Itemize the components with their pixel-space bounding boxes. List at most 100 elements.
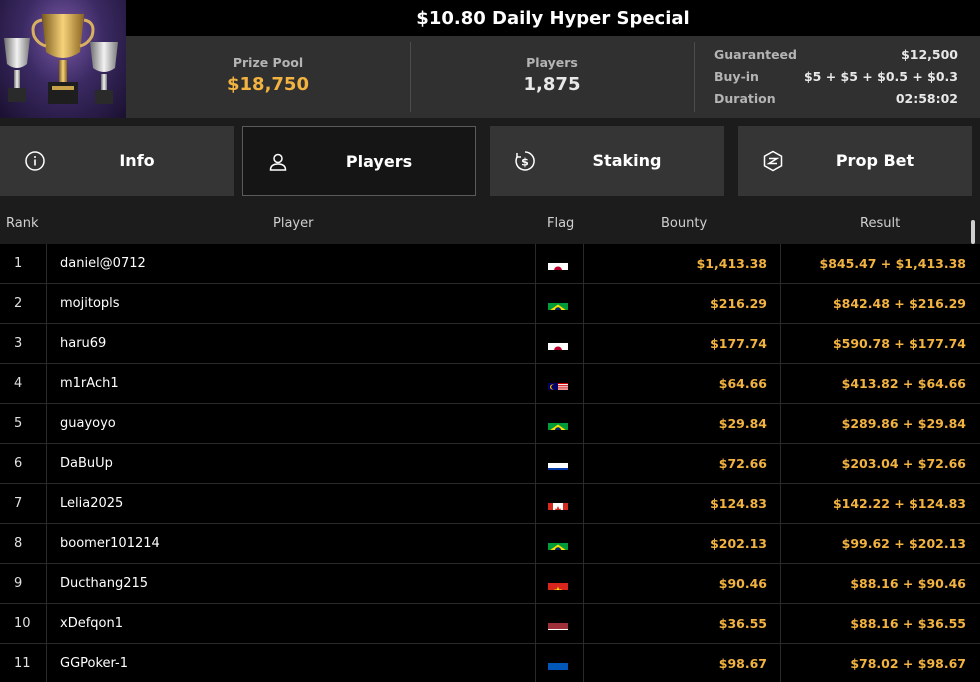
latvia-flag-icon bbox=[548, 615, 568, 630]
result-cell: $99.62 + $202.13 bbox=[841, 536, 966, 551]
flag-cell bbox=[536, 484, 584, 523]
flag-cell bbox=[536, 524, 584, 563]
stats-divider bbox=[694, 42, 695, 112]
tab-info[interactable]: Info bbox=[0, 126, 234, 196]
result-cell: $413.82 + $64.66 bbox=[841, 376, 966, 391]
table-row[interactable]: 7 Lelia2025 $124.83 $142.22 + $124.83 bbox=[0, 484, 980, 524]
bounty-cell: $177.74 bbox=[584, 324, 781, 363]
player-name-cell[interactable]: DaBuUp bbox=[47, 444, 536, 483]
prize-pool-stat: Prize Pool $18,750 bbox=[126, 36, 410, 118]
detail-value: 02:58:02 bbox=[895, 91, 958, 106]
bounty-cell: $72.66 bbox=[584, 444, 781, 483]
players-label: Players bbox=[526, 55, 578, 70]
flag-cell bbox=[536, 564, 584, 603]
result-cell: $142.22 + $124.83 bbox=[832, 496, 966, 511]
table-row[interactable]: 6 DaBuUp $72.66 $203.04 + $72.66 bbox=[0, 444, 980, 484]
tab-label: Staking bbox=[592, 151, 662, 170]
player-name-cell[interactable]: Lelia2025 bbox=[47, 484, 536, 523]
player-name-cell[interactable]: Ducthang215 bbox=[47, 564, 536, 603]
result-cell: $289.86 + $29.84 bbox=[841, 416, 966, 431]
trophy-image bbox=[0, 0, 126, 118]
tab-label: Players bbox=[345, 152, 413, 171]
player-name-cell[interactable]: GGPoker-1 bbox=[47, 644, 536, 682]
column-player[interactable]: Player bbox=[273, 204, 313, 244]
column-result[interactable]: Result bbox=[860, 204, 900, 244]
flag-cell bbox=[536, 604, 584, 643]
table-row[interactable]: 3 haru69 $177.74 $590.78 + $177.74 bbox=[0, 324, 980, 364]
rank-cell: 5 bbox=[0, 404, 47, 443]
player-name-cell[interactable]: boomer101214 bbox=[47, 524, 536, 563]
russia-flag-icon bbox=[548, 455, 568, 470]
table-row[interactable]: 11 GGPoker-1 $98.67 $78.02 + $98.67 bbox=[0, 644, 980, 682]
flag-cell bbox=[536, 644, 584, 682]
result-cell: $78.02 + $98.67 bbox=[850, 656, 966, 671]
player-name-cell[interactable]: daniel@0712 bbox=[47, 244, 536, 283]
player-name-cell[interactable]: m1rAch1 bbox=[47, 364, 536, 403]
rank-cell: 1 bbox=[0, 244, 47, 283]
table-row[interactable]: 9 Ducthang215 $90.46 $88.16 + $90.46 bbox=[0, 564, 980, 604]
result-cell: $590.78 + $177.74 bbox=[832, 336, 966, 351]
flag-cell bbox=[536, 444, 584, 483]
result-cell: $88.16 + $90.46 bbox=[850, 576, 966, 591]
player-name-cell[interactable]: xDefqon1 bbox=[47, 604, 536, 643]
prize-pool-label: Prize Pool bbox=[232, 55, 304, 70]
rank-cell: 7 bbox=[0, 484, 47, 523]
tournament-details: Guaranteed $12,500 Buy-in $5 + $5 + $0.5… bbox=[714, 44, 958, 110]
column-bounty[interactable]: Bounty bbox=[661, 204, 707, 244]
rank-cell: 4 bbox=[0, 364, 47, 403]
flag-cell bbox=[536, 404, 584, 443]
malaysia-flag-icon bbox=[548, 375, 568, 390]
detail-key: Guaranteed bbox=[714, 47, 797, 62]
tab-prop-bet[interactable]: Prop Bet bbox=[738, 126, 972, 196]
column-rank[interactable]: Rank bbox=[6, 204, 38, 244]
bounty-cell: $90.46 bbox=[584, 564, 781, 603]
column-flag[interactable]: Flag bbox=[547, 204, 574, 244]
tab-staking[interactable]: $ Staking bbox=[490, 126, 724, 196]
table-row[interactable]: 10 xDefqon1 $36.55 $88.16 + $36.55 bbox=[0, 604, 980, 644]
result-cell: $842.48 + $216.29 bbox=[832, 296, 966, 311]
player-name-cell[interactable]: haru69 bbox=[47, 324, 536, 363]
rank-cell: 6 bbox=[0, 444, 47, 483]
rank-cell: 8 bbox=[0, 524, 47, 563]
bounty-cell: $64.66 bbox=[584, 364, 781, 403]
players-value: 1,875 bbox=[523, 74, 581, 95]
brazil-flag-icon bbox=[548, 295, 568, 310]
detail-guaranteed: Guaranteed $12,500 bbox=[714, 44, 958, 66]
ukraine-flag-icon bbox=[548, 655, 568, 670]
table-row[interactable]: 8 boomer101214 $202.13 $99.62 + $202.13 bbox=[0, 524, 980, 564]
detail-value: $5 + $5 + $0.5 + $0.3 bbox=[803, 69, 958, 84]
japan-flag-icon bbox=[548, 255, 568, 270]
detail-duration: Duration 02:58:02 bbox=[714, 88, 958, 110]
player-name-cell[interactable]: guayoyo bbox=[47, 404, 536, 443]
bounty-cell: $98.67 bbox=[584, 644, 781, 682]
rank-cell: 2 bbox=[0, 284, 47, 323]
bounty-cell: $124.83 bbox=[584, 484, 781, 523]
rank-cell: 9 bbox=[0, 564, 47, 603]
tab-players[interactable]: Players bbox=[242, 126, 476, 196]
players-table: Rank Player Flag Bounty Result 1 daniel@0… bbox=[0, 204, 980, 682]
result-cell: $88.16 + $36.55 bbox=[850, 616, 966, 631]
brazil-flag-icon bbox=[548, 415, 568, 430]
bounty-cell: $36.55 bbox=[584, 604, 781, 643]
table-header: Rank Player Flag Bounty Result bbox=[0, 204, 980, 244]
tournament-header: $10.80 Daily Hyper Special Prize Pool $1… bbox=[0, 0, 980, 118]
table-row[interactable]: 1 daniel@0712 $1,413.38 $845.47 + $1,413.38 bbox=[0, 244, 980, 284]
scrollbar-thumb[interactable] bbox=[971, 220, 975, 244]
vietnam-flag-icon bbox=[548, 575, 568, 590]
bounty-cell: $202.13 bbox=[584, 524, 781, 563]
tournament-title: $10.80 Daily Hyper Special bbox=[126, 0, 980, 36]
players-stat: Players 1,875 bbox=[410, 36, 694, 118]
detail-value: $12,500 bbox=[901, 47, 958, 62]
flag-cell bbox=[536, 284, 584, 323]
stats-panel: Prize Pool $18,750 Players 1,875 Guarant… bbox=[126, 36, 980, 118]
table-row[interactable]: 2 mojitopls $216.29 $842.48 + $216.29 bbox=[0, 284, 980, 324]
bounty-cell: $29.84 bbox=[584, 404, 781, 443]
table-row[interactable]: 5 guayoyo $29.84 $289.86 + $29.84 bbox=[0, 404, 980, 444]
result-cell: $203.04 + $72.66 bbox=[841, 456, 966, 471]
rank-cell: 3 bbox=[0, 324, 47, 363]
prize-pool-value: $18,750 bbox=[227, 74, 309, 95]
canada-flag-icon bbox=[548, 495, 568, 510]
table-row[interactable]: 4 m1rAch1 $64.66 $413.82 + $64.66 bbox=[0, 364, 980, 404]
rank-cell: 11 bbox=[0, 644, 47, 682]
player-name-cell[interactable]: mojitopls bbox=[47, 284, 536, 323]
